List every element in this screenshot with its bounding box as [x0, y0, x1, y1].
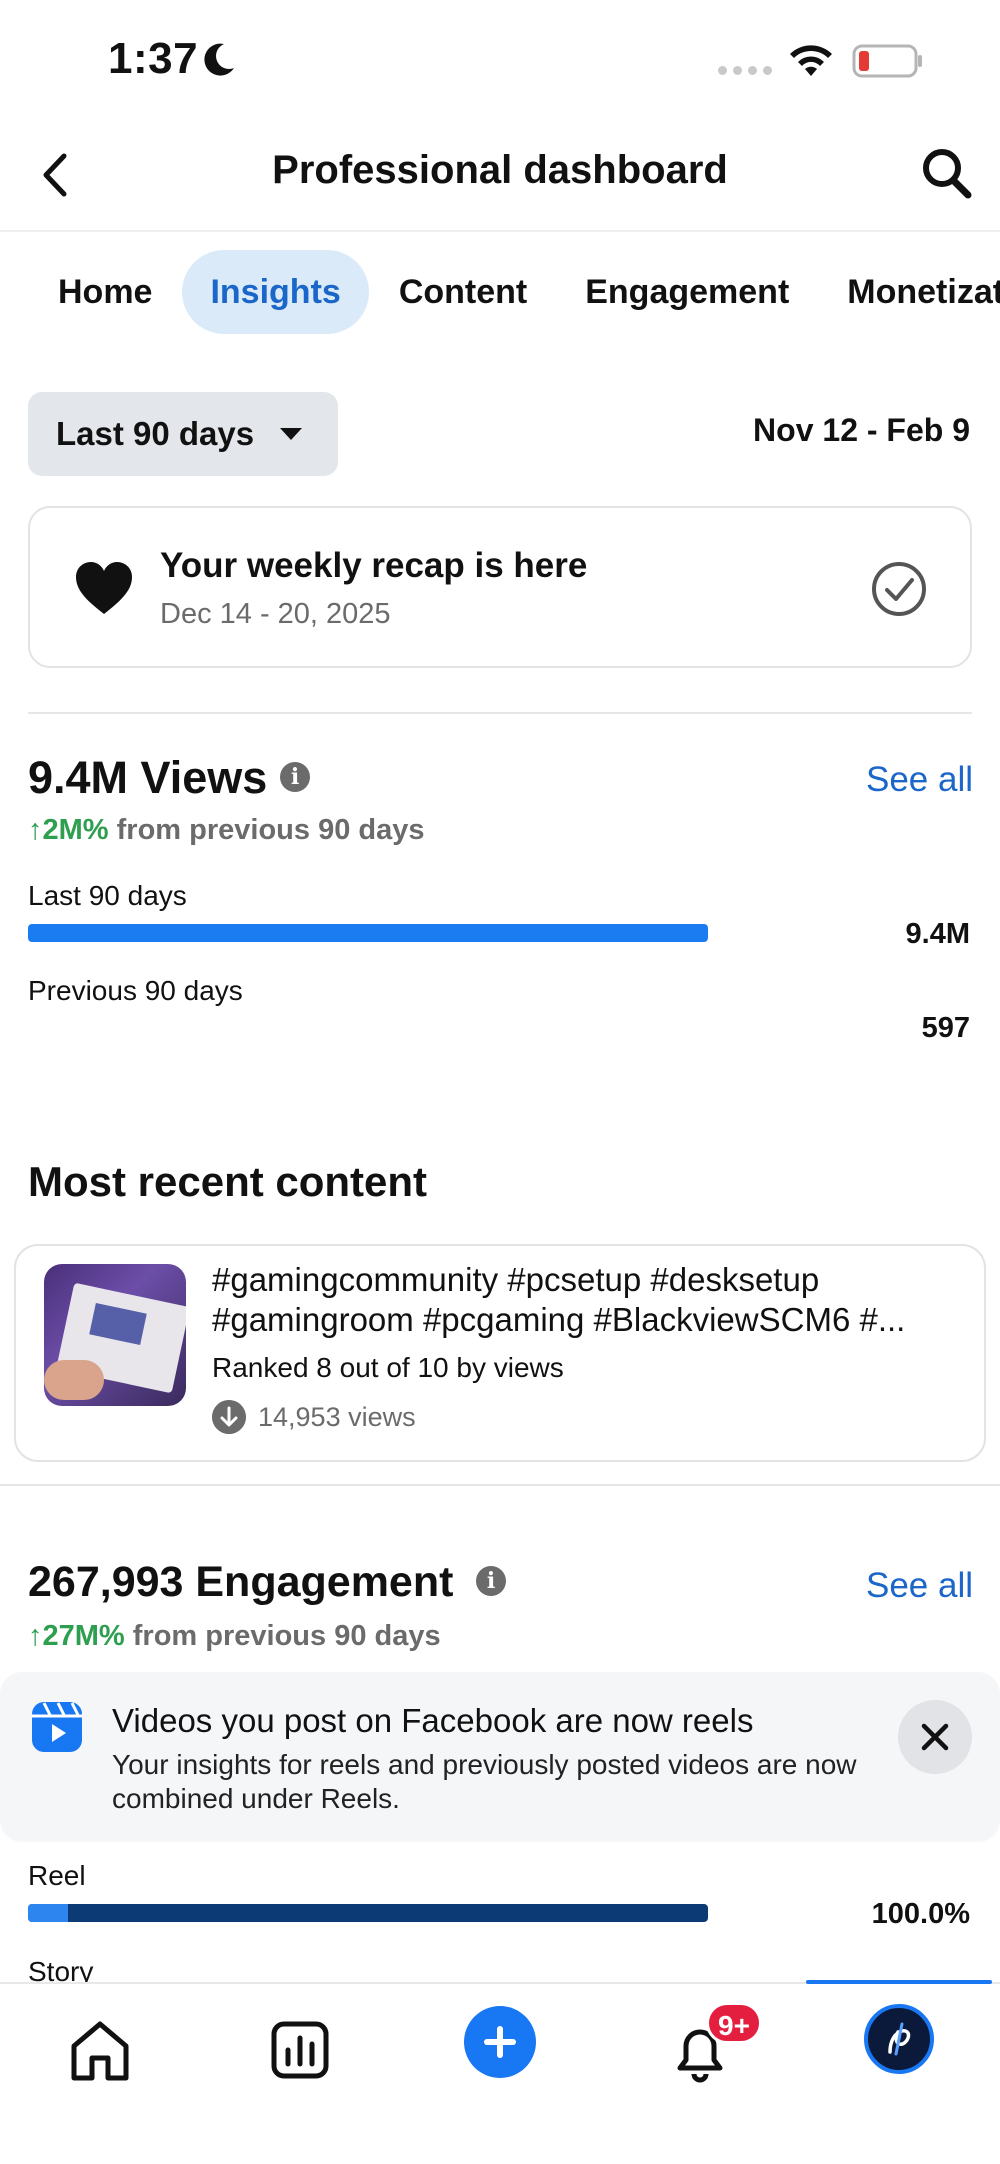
content-views-row: 14,953 views — [212, 1400, 416, 1434]
reels-icon — [32, 1702, 82, 1752]
notice-body: Your insights for reels and previously p… — [112, 1749, 857, 1814]
engagement-see-all-link[interactable]: See all — [866, 1566, 973, 1606]
content-rank: Ranked 8 out of 10 by views — [212, 1352, 564, 1383]
tab-home[interactable]: Home — [30, 250, 180, 334]
breakdown-value-reel: 100.0% — [871, 1898, 970, 1930]
bottom-navigation: 9+ — [0, 1980, 1000, 2164]
engagement-delta: ↑27M% from previous 90 days — [28, 1620, 441, 1653]
status-bar: 1:37 — [0, 0, 1000, 120]
recent-content-card[interactable]: #gamingcommunity #pcsetup #desksetup #ga… — [14, 1244, 986, 1462]
views-bar-label-previous: Previous 90 days — [28, 975, 243, 1006]
info-icon[interactable]: i — [476, 1566, 506, 1596]
views-see-all-link[interactable]: See all — [866, 760, 973, 800]
arrow-down-circle-icon — [212, 1400, 246, 1434]
views-bar-current-fill — [28, 924, 708, 942]
tab-content[interactable]: Content — [371, 250, 555, 334]
heart-icon — [76, 562, 132, 614]
recap-dates: Dec 14 - 20, 2025 — [160, 598, 391, 630]
breakdown-bar-reel-highlight — [28, 1904, 68, 1922]
search-icon[interactable] — [918, 144, 974, 204]
divider — [28, 712, 972, 714]
status-time: 1:37 — [108, 34, 199, 83]
engagement-title: 267,993 Engagement — [28, 1558, 454, 1606]
views-delta-text: from previous 90 days — [116, 814, 425, 846]
tab-monetization[interactable]: Monetizati — [819, 250, 1000, 334]
recent-content-heading: Most recent content — [28, 1158, 428, 1205]
engagement-delta-value: ↑27M% — [28, 1620, 125, 1652]
tab-bar: Home Insights Content Engagement Monetiz… — [30, 250, 1000, 334]
cellular-signal-icon — [718, 66, 774, 76]
close-icon[interactable] — [898, 1700, 972, 1774]
views-bar-value-current: 9.4M — [905, 918, 970, 950]
content-caption-line-1: #gamingcommunity #pcsetup #desksetup — [212, 1261, 820, 1298]
notification-badge: 9+ — [706, 2002, 762, 2044]
date-range-dropdown-label: Last 90 days — [56, 415, 255, 452]
date-range-dropdown[interactable]: Last 90 days — [28, 392, 338, 476]
active-tab-indicator — [806, 1980, 992, 1984]
views-delta: ↑2M% from previous 90 days — [28, 814, 424, 847]
divider — [0, 1484, 1000, 1486]
nav-header: Professional dashboard — [0, 120, 1000, 232]
recap-title: Your weekly recap is here — [160, 546, 588, 585]
views-title: 9.4M Views — [28, 752, 268, 803]
breakdown-bar-reel — [28, 1904, 708, 1922]
reels-notice-banner: Videos you post on Facebook are now reel… — [0, 1672, 1000, 1842]
notice-title: Videos you post on Facebook are now reel… — [112, 1702, 754, 1739]
avatar[interactable] — [864, 2004, 934, 2074]
wifi-icon — [790, 45, 832, 76]
moon-icon — [204, 43, 234, 76]
date-range-text: Nov 12 - Feb 9 — [753, 412, 970, 448]
create-plus-button[interactable] — [464, 2006, 536, 2078]
content-caption-line-2: #gamingroom #pcgaming #BlackviewSCM6 #..… — [212, 1301, 906, 1338]
check-circle-icon — [872, 562, 926, 616]
engagement-delta-text: from previous 90 days — [132, 1620, 441, 1652]
content-caption: #gamingcommunity #pcsetup #desksetup #ga… — [212, 1260, 972, 1340]
weekly-recap-card[interactable]: Your weekly recap is here Dec 14 - 20, 2… — [28, 506, 972, 668]
views-delta-value: ↑2M% — [28, 814, 109, 846]
content-thumbnail — [44, 1264, 186, 1406]
tab-engagement[interactable]: Engagement — [557, 250, 817, 334]
content-views-count: 14,953 views — [258, 1401, 416, 1432]
views-bar-label-current: Last 90 days — [28, 880, 187, 911]
page-title: Professional dashboard — [272, 148, 728, 192]
views-bar-value-previous: 597 — [921, 1012, 970, 1044]
caret-down-icon — [280, 428, 302, 440]
insights-chart-icon[interactable] — [260, 2010, 340, 2090]
battery-icon — [852, 44, 922, 78]
home-icon[interactable] — [60, 2010, 140, 2090]
info-icon[interactable]: i — [280, 762, 310, 792]
views-bar-current — [28, 924, 708, 942]
profile-logo-icon — [888, 2022, 911, 2056]
breakdown-label-reel: Reel — [28, 1860, 86, 1891]
tab-insights[interactable]: Insights — [182, 250, 369, 334]
